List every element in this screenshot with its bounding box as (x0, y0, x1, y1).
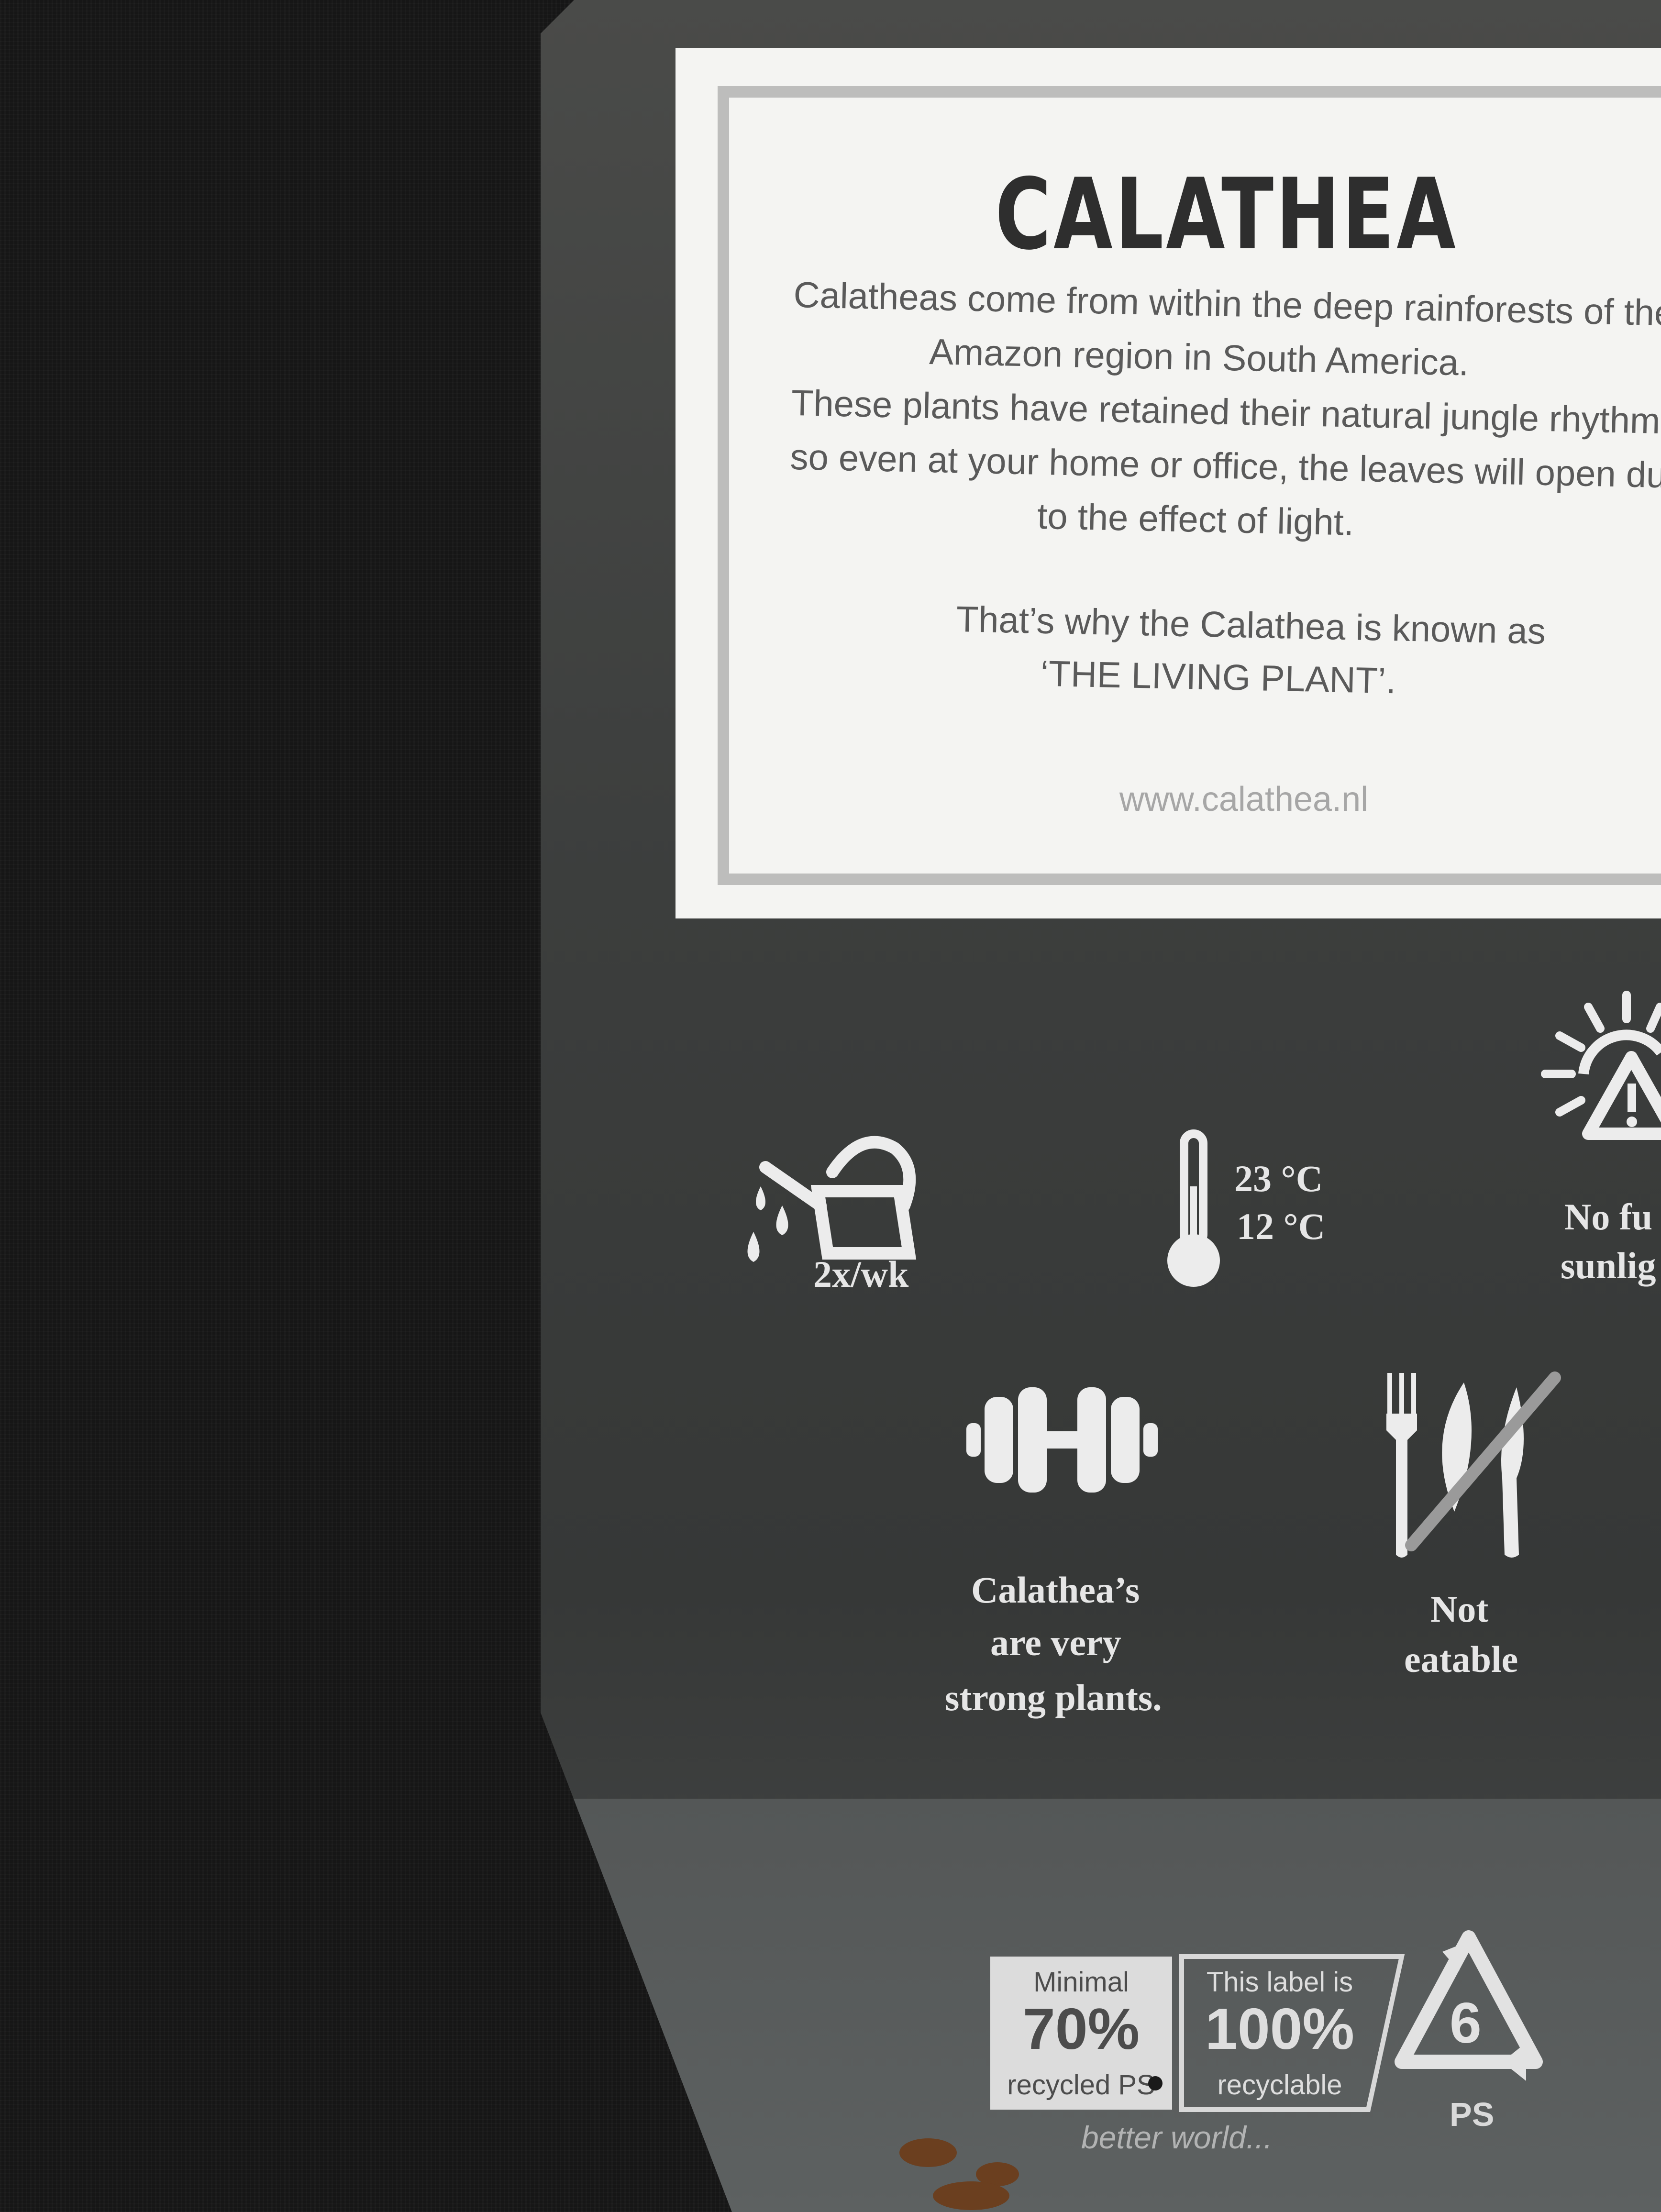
label-url: www.calathea.nl (1119, 780, 1369, 818)
edible-line1: Not (1430, 1588, 1489, 1630)
footer-slogan: better world... (1081, 2120, 1273, 2155)
quote-line: That’s why the Calathea is known as (955, 598, 1546, 652)
material-code: PS (1450, 2096, 1495, 2133)
soil-speck (899, 2138, 957, 2167)
sun-warning-icon (1541, 991, 1661, 1140)
dumbbell-icon (966, 1387, 1158, 1493)
quote-line: ‘THE LIVING PLANT’. (1040, 653, 1396, 702)
recycled-top: Minimal (1033, 1967, 1129, 1998)
recyclable-top: This label is (1206, 1967, 1353, 1998)
strength-line3: strong plants. (945, 1677, 1162, 1718)
temperature-max: 23 °C (1234, 1158, 1323, 1199)
label-paragraph: Calatheas come from within the deep rain… (788, 268, 1661, 555)
not-edible-icon (1386, 1371, 1561, 1558)
soil-speck (1148, 2076, 1163, 2090)
label-quote: That’s why the Calathea is known as ‘THE… (954, 593, 1546, 709)
edible-line2: eatable (1404, 1638, 1518, 1680)
recyclable-badge: This label is 100% recyclable (1182, 1957, 1378, 2110)
thermometer-icon (1167, 1129, 1220, 1287)
sunlight-line1: No fu (1564, 1196, 1653, 1238)
temperature-min: 12 °C (1237, 1206, 1326, 1247)
recycled-value: 70% (1022, 1996, 1140, 2061)
recycled-content-badge: Minimal 70% recycled PS (990, 1957, 1172, 2110)
recycled-bottom: recycled PS (1007, 2069, 1155, 2101)
strength-line2: are very (990, 1622, 1121, 1663)
soil-speck (933, 2181, 1009, 2210)
label-title: CALATHEA (995, 158, 1458, 272)
recyclable-bottom: recyclable (1217, 2069, 1342, 2101)
recyclable-value: 100% (1205, 1996, 1355, 2061)
water-frequency: 2x/wk (813, 1253, 909, 1295)
strength-line1: Calathea’s (971, 1569, 1140, 1611)
sunlight-line2: sunlig (1561, 1245, 1656, 1286)
recycling-code: 6 (1450, 1991, 1482, 2055)
